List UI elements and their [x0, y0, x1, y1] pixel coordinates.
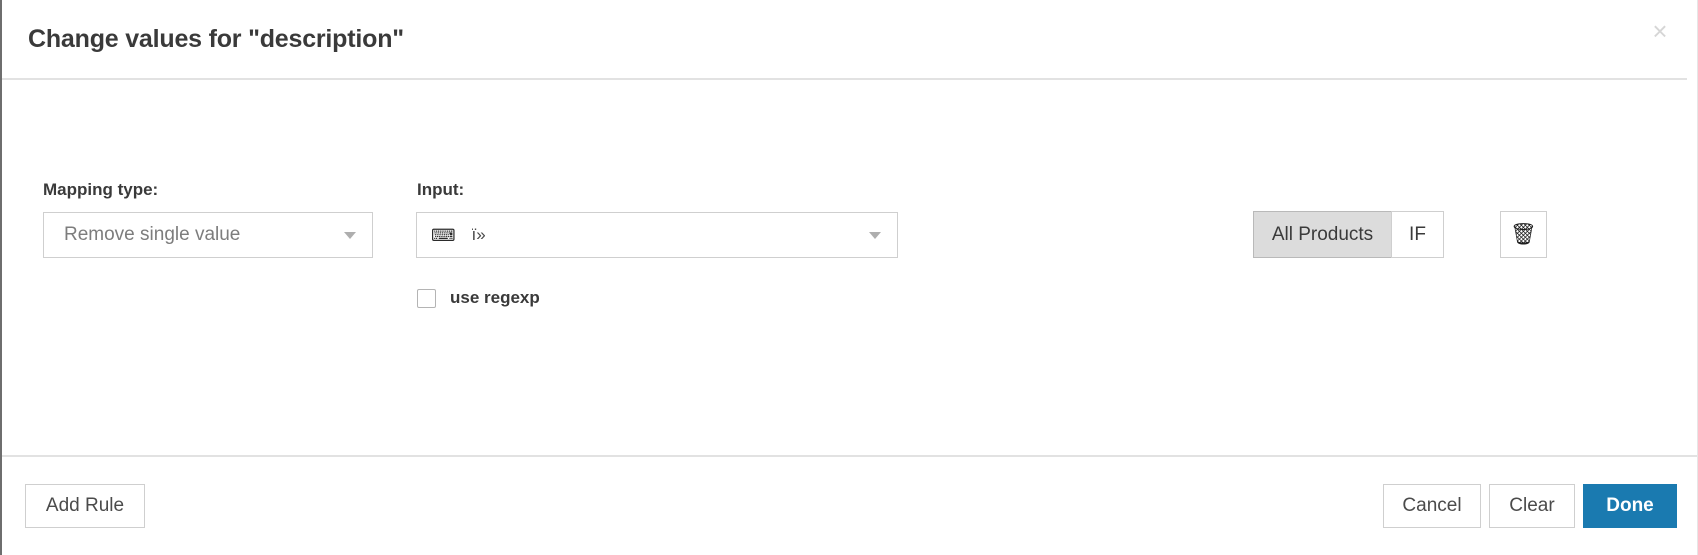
input-label: Input:: [417, 180, 465, 199]
input-combo[interactable]: ⌨ ï»: [416, 212, 898, 258]
chevron-down-icon: [869, 231, 881, 239]
delete-rule-button[interactable]: 🗑: [1500, 211, 1547, 258]
use-regexp-checkbox[interactable]: [417, 288, 436, 308]
scope-if-button[interactable]: IF: [1391, 211, 1444, 258]
use-regexp-label: use regexp: [450, 288, 540, 307]
mapping-type-value: Remove single value: [64, 224, 241, 245]
mapping-type-select[interactable]: Remove single value: [43, 212, 373, 258]
add-rule-button[interactable]: Add Rule: [25, 484, 145, 528]
dialog-footer: Add Rule Cancel Clear Done: [2, 457, 1697, 555]
dialog-body: Mapping type: Remove single value Input:…: [2, 80, 1697, 455]
trash-icon: 🗑: [1510, 223, 1537, 246]
dialog-title: Change values for "description": [28, 24, 404, 53]
change-values-dialog: Change values for "description" × Mappin…: [0, 0, 1698, 555]
input-value: ï»: [471, 225, 486, 244]
mapping-rule-row: Mapping type: Remove single value Input:…: [2, 80, 1697, 455]
chevron-down-icon: [344, 231, 356, 239]
clear-button[interactable]: Clear: [1489, 484, 1575, 528]
mapping-type-label: Mapping type:: [43, 180, 159, 199]
dialog-header: Change values for "description" ×: [2, 0, 1697, 78]
done-button[interactable]: Done: [1583, 484, 1677, 528]
use-regexp-checkbox-row[interactable]: use regexp: [417, 288, 540, 308]
footer-actions: Cancel Clear Done: [1383, 484, 1677, 528]
scope-toggle-group: All Products IF: [1253, 211, 1444, 258]
close-icon[interactable]: ×: [1643, 14, 1677, 48]
keyboard-icon: ⌨: [431, 225, 456, 245]
cancel-button[interactable]: Cancel: [1383, 484, 1481, 528]
scope-all-products-button[interactable]: All Products: [1253, 211, 1391, 258]
